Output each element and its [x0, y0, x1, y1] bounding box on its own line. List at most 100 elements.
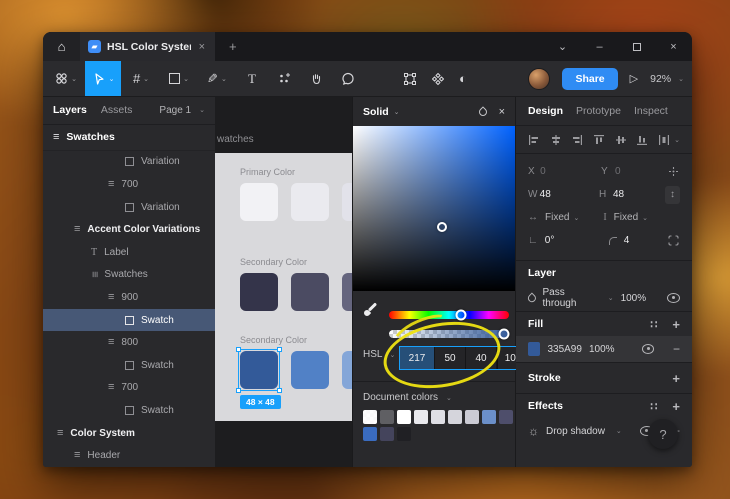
saturation-brightness-area[interactable]	[353, 126, 515, 291]
document-color-swatch[interactable]	[380, 410, 394, 424]
layer-row[interactable]: Variation	[43, 196, 215, 219]
color-swatch[interactable]	[342, 351, 352, 389]
fill-opacity-input[interactable]: 100%	[589, 344, 615, 355]
document-tab[interactable]: ▰ HSL Color System ×	[80, 32, 215, 61]
y-input[interactable]: 0	[615, 166, 667, 177]
color-swatch[interactable]	[342, 183, 352, 221]
layer-row[interactable]: ≡ Color System	[43, 422, 215, 445]
rotation-input[interactable]: 0°	[545, 235, 589, 246]
independent-corners-button[interactable]	[667, 234, 680, 247]
picker-close-icon[interactable]: ×	[499, 106, 505, 118]
layer-opacity-input[interactable]: 100%	[621, 293, 647, 304]
layer-row[interactable]: ≡ 900	[43, 286, 215, 309]
height-input[interactable]: 48	[613, 189, 665, 200]
layer-row-selected[interactable]: Swatch	[43, 308, 215, 332]
canvas[interactable]: watches Primary Color Secondary Color Se…	[215, 97, 352, 467]
document-colors-toggle[interactable]: Document colors ⌄	[363, 392, 452, 403]
window-close-button[interactable]: ×	[655, 32, 692, 61]
layer-row[interactable]: Swatch	[43, 354, 215, 377]
align-left-icon[interactable]	[528, 134, 540, 146]
align-top-icon[interactable]	[593, 134, 605, 146]
selection-handle[interactable]	[236, 388, 241, 393]
shape-tool-button[interactable]: ⌄	[161, 61, 197, 96]
main-menu-button[interactable]: ⌄	[49, 61, 83, 96]
tab-layers[interactable]: Layers	[53, 104, 87, 116]
color-cursor[interactable]	[437, 221, 448, 232]
align-bottom-icon[interactable]	[636, 134, 648, 146]
document-color-swatch[interactable]	[380, 427, 394, 441]
color-swatch[interactable]	[342, 273, 352, 311]
document-color-swatch[interactable]	[431, 410, 445, 424]
add-fill-button[interactable]: +	[672, 317, 680, 332]
remove-fill-button[interactable]: −	[673, 342, 680, 356]
color-swatch[interactable]	[291, 183, 329, 221]
effect-type-select[interactable]: Drop shadow	[546, 426, 605, 437]
styles-icon[interactable]: ∷	[650, 318, 658, 331]
help-button[interactable]: ?	[648, 419, 678, 449]
selection-handle[interactable]	[236, 347, 241, 352]
align-vertical-center-icon[interactable]	[615, 134, 627, 146]
layer-row[interactable]: ≡ Swatches	[43, 264, 215, 287]
document-color-swatch[interactable]	[499, 410, 513, 424]
tab-inspect[interactable]: Inspect	[634, 105, 668, 117]
x-input[interactable]: 0	[540, 166, 585, 177]
window-minimize-button[interactable]: –	[581, 32, 618, 61]
document-color-swatch[interactable]	[363, 410, 377, 424]
color-swatch[interactable]	[240, 273, 278, 311]
edit-object-icon[interactable]	[403, 72, 417, 86]
add-effect-button[interactable]: +	[672, 399, 680, 414]
blend-mode-select[interactable]: Pass through	[543, 287, 597, 309]
layer-row[interactable]: Variation	[43, 151, 215, 174]
present-button[interactable]: ▷	[630, 72, 638, 85]
horizontal-resizing-select[interactable]: Fixed	[545, 212, 569, 223]
resources-button[interactable]	[269, 61, 299, 96]
styles-icon[interactable]: ∷	[650, 400, 658, 413]
lightness-input[interactable]: 40	[466, 347, 497, 369]
layer-visibility-eye-icon[interactable]	[667, 293, 680, 303]
selection-handle[interactable]	[277, 347, 282, 352]
saturation-input[interactable]: 50	[435, 347, 466, 369]
add-stroke-button[interactable]: +	[672, 371, 680, 386]
blend-mode-icon[interactable]	[476, 105, 489, 118]
hue-handle[interactable]	[455, 309, 467, 321]
document-color-swatch[interactable]	[465, 410, 479, 424]
document-color-swatch[interactable]	[482, 410, 496, 424]
page-selector[interactable]: Page 1 ⌄	[159, 105, 205, 116]
document-color-swatch[interactable]	[448, 410, 462, 424]
tab-assets[interactable]: Assets	[101, 104, 133, 116]
layer-row[interactable]: ≡ 700	[43, 377, 215, 400]
distribute-menu[interactable]: ⌄	[658, 134, 680, 146]
fill-row[interactable]: 335A99 100% −	[516, 336, 692, 362]
document-color-swatch[interactable]	[397, 410, 411, 424]
text-tool-button[interactable]: T	[237, 61, 267, 96]
comment-tool-button[interactable]	[333, 61, 363, 96]
sticky-section-header[interactable]: ≡ Swatches	[43, 125, 215, 151]
hand-tool-button[interactable]	[301, 61, 331, 96]
document-color-swatch[interactable]	[363, 427, 377, 441]
home-button[interactable]: ⌂	[43, 32, 80, 61]
tab-design[interactable]: Design	[528, 105, 563, 117]
document-color-swatch[interactable]	[414, 410, 428, 424]
component-icon[interactable]	[431, 72, 445, 86]
frame-alignment-button[interactable]	[667, 165, 680, 178]
document-color-swatch[interactable]	[397, 427, 411, 441]
alpha-handle[interactable]	[498, 328, 510, 340]
layer-row[interactable]: Swatch	[43, 399, 215, 422]
width-input[interactable]: 48	[540, 189, 583, 200]
frame-tool-button[interactable]: # ⌄	[123, 61, 159, 96]
color-format-selector[interactable]: HSL ⌄	[363, 349, 395, 360]
color-swatch-selected[interactable]	[236, 347, 282, 393]
frame-name-label[interactable]: watches	[217, 134, 254, 145]
window-maximize-button[interactable]	[618, 32, 655, 61]
selection-handle[interactable]	[277, 388, 282, 393]
mask-icon[interactable]: ◐	[459, 71, 467, 86]
color-swatch[interactable]	[240, 183, 278, 221]
color-swatch[interactable]	[291, 351, 329, 389]
user-avatar[interactable]	[528, 67, 551, 90]
layer-row[interactable]: ≡ Header	[43, 444, 215, 467]
fill-visibility-eye-icon[interactable]	[641, 344, 655, 354]
tab-close-icon[interactable]: ×	[197, 41, 207, 53]
zoom-menu[interactable]: 92% ⌄	[650, 73, 684, 85]
hue-slider[interactable]	[389, 309, 509, 321]
vertical-resizing-select[interactable]: Fixed	[614, 212, 638, 223]
